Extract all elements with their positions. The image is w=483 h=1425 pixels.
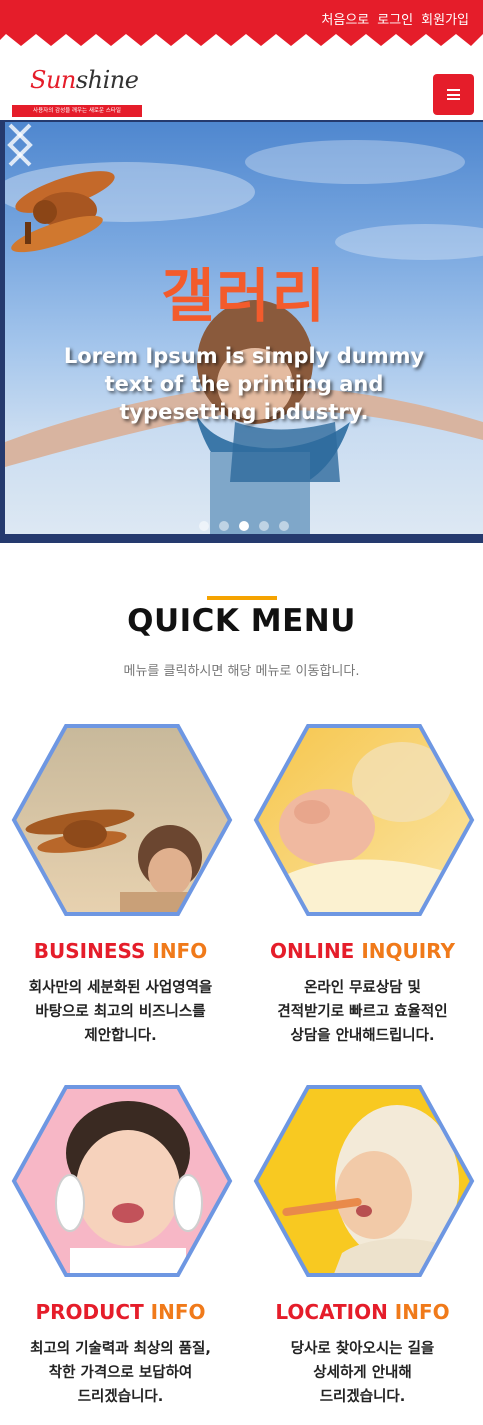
slider-dot[interactable] (219, 521, 229, 531)
card-description: 회사만의 세분화된 사업영역을 바탕으로 최고의 비즈니스를 제안합니다. (28, 980, 213, 1044)
site-header: Sunshine 사용자의 감성을 깨우는 새로운 스타일 (0, 46, 483, 120)
card-title: ONLINE INQUIRY (270, 939, 455, 963)
logo[interactable]: Sunshine 사용자의 감성을 깨우는 새로운 스타일 (12, 66, 144, 118)
slider-dot[interactable] (259, 521, 269, 531)
slider-dot[interactable] (279, 521, 289, 531)
product-info-image (11, 1085, 233, 1277)
card-description: 당사로 찾아오시는 길을 상세하게 안내해 드리겠습니다. (290, 1341, 435, 1405)
top-links: 처음으로 로그인 회원가입 (321, 9, 469, 28)
hamburger-icon (447, 89, 460, 100)
card-description: 최고의 기술력과 최상의 품질, 착한 가격으로 보답하여 드리겠습니다. (30, 1341, 211, 1405)
logo-text: Sunshine (30, 66, 139, 94)
hero-slide: 갤러리 Lorem Ipsum is simply dummy text of … (5, 122, 483, 534)
home-link[interactable]: 처음으로 (321, 9, 369, 28)
hero-text: Lorem Ipsum is simply dummy text of the … (63, 344, 425, 424)
next-arrow-icon[interactable] (5, 122, 35, 168)
slider-dots (199, 521, 289, 531)
card-title: LOCATION INFO (275, 1300, 450, 1324)
signup-link[interactable]: 회원가입 (421, 9, 469, 28)
hero-slider: 갤러리 Lorem Ipsum is simply dummy text of … (0, 120, 483, 543)
slider-dot-active[interactable] (239, 521, 249, 531)
location-info-image (253, 1085, 475, 1277)
section-accent-bar (207, 596, 277, 600)
login-link[interactable]: 로그인 (377, 9, 413, 28)
online-inquiry-image (253, 724, 475, 916)
top-bar: 처음으로 로그인 회원가입 (0, 0, 483, 46)
card-title: BUSINESS INFO (33, 939, 208, 963)
business-info-image (11, 724, 233, 916)
card-title: PRODUCT INFO (35, 1300, 206, 1324)
menu-button[interactable] (433, 74, 474, 115)
slider-dot[interactable] (199, 521, 209, 531)
logo-tagline: 사용자의 감성을 깨우는 새로운 스타일 (12, 105, 142, 117)
section-title: QUICK MENU (127, 603, 356, 639)
hero-title: 갤러리 (160, 262, 328, 330)
card-description: 온라인 무료상담 및 견적받기로 빠르고 효율적인 상담을 안내해드립니다. (277, 980, 448, 1044)
section-subtitle: 메뉴를 클릭하시면 해당 메뉴로 이동합니다. (123, 664, 360, 679)
